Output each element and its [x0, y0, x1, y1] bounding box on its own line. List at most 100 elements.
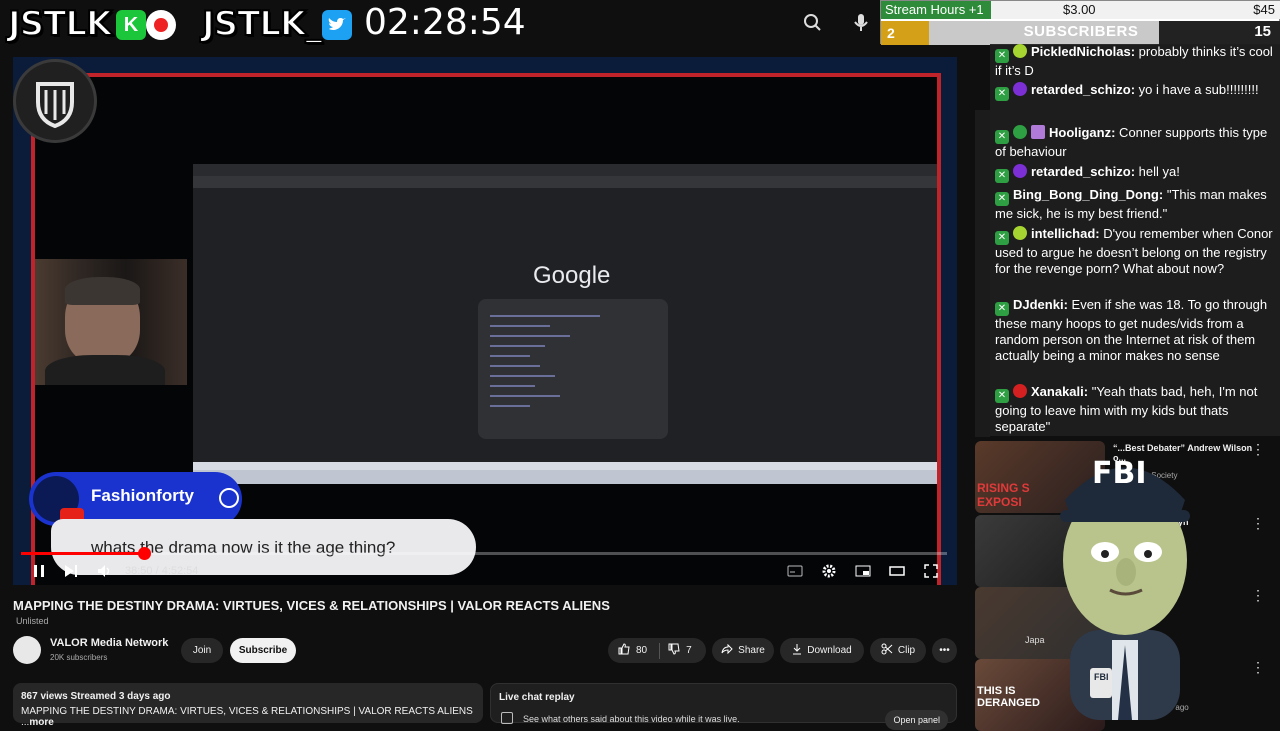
- chat-message: ✕ Xanakali: "Yeah thats bad, heh, I'm not…: [995, 384, 1258, 434]
- brand-logo-left: JSTLK: [7, 4, 113, 44]
- fullscreen-icon[interactable]: [921, 560, 941, 582]
- dislike-icon[interactable]: [668, 643, 680, 658]
- kick-mod-icon: ✕: [995, 87, 1009, 101]
- open-panel-button[interactable]: Open panel: [885, 710, 948, 730]
- chat-message: ✕ retarded_schizo: hell ya!: [995, 164, 1275, 183]
- live-chat-replay-box: Live chat replay See what others said ab…: [490, 683, 957, 730]
- channel-name[interactable]: VALOR Media Network: [50, 637, 168, 649]
- more-actions-button[interactable]: •••: [932, 638, 957, 663]
- valor-logo: [13, 59, 97, 143]
- pause-icon[interactable]: [29, 560, 49, 582]
- live-chat-title: Live chat replay: [499, 692, 575, 703]
- settings-gear-icon[interactable]: [819, 560, 839, 582]
- miniplayer-icon[interactable]: [853, 560, 873, 582]
- kick-mod-icon: ✕: [995, 130, 1009, 144]
- google-logo: Google: [533, 262, 611, 289]
- kick-icon: K: [116, 10, 146, 40]
- theater-mode-icon[interactable]: [887, 560, 907, 582]
- search-icon[interactable]: [800, 10, 826, 36]
- description-more-link[interactable]: more: [29, 717, 53, 728]
- like-icon[interactable]: [618, 643, 630, 658]
- like-dislike-group: 80 7: [608, 638, 706, 663]
- share-button[interactable]: Share: [712, 638, 774, 663]
- view-and-date: 867 views Streamed 3 days ago: [21, 691, 171, 702]
- donation-amount: $3.00: [1063, 2, 1096, 17]
- chat-message: ✕ intellichad: D'you remember when Conor …: [995, 226, 1273, 276]
- kebab-menu-icon[interactable]: ⋮: [1251, 587, 1265, 604]
- clip-label: Clip: [897, 645, 916, 656]
- subscriber-count-label: 20K subscribers: [50, 653, 108, 662]
- time-display: 38:50 / 4:52:54: [125, 565, 199, 577]
- live-chat-description: See what others said about this video wh…: [523, 714, 740, 724]
- stream-timer: 02:28:54: [364, 2, 526, 43]
- kebab-menu-icon[interactable]: ⋮: [1251, 659, 1265, 676]
- kick-mod-icon: ✕: [995, 49, 1009, 63]
- progress-bar[interactable]: [21, 547, 947, 560]
- subscriber-count: 2: [881, 21, 929, 45]
- download-button[interactable]: Download: [780, 638, 864, 663]
- stream-hours-row: Stream Hours +1 $3.00 $45: [881, 1, 1280, 19]
- shared-screen: Google: [193, 164, 937, 484]
- chat-message: ✕ DJdenki: Even if she was 18. To go thro…: [995, 297, 1268, 363]
- twitter-icon: [322, 10, 352, 40]
- share-icon: [721, 643, 733, 657]
- windows-taskbar: [193, 462, 937, 484]
- fbi-cartoon-mascot: FBI FBI: [1030, 440, 1215, 720]
- download-icon: [792, 643, 802, 658]
- donation-goal: $45: [1253, 2, 1275, 17]
- kebab-menu-icon[interactable]: ⋮: [1251, 441, 1265, 458]
- browser-tab-bar: [193, 164, 937, 176]
- kick-mod-icon: ✕: [995, 389, 1009, 403]
- user-badge-icon: [1013, 125, 1027, 139]
- webcam-feed: [35, 259, 187, 385]
- gift-icon: [1031, 125, 1045, 139]
- kick-mod-icon: ✕: [995, 169, 1009, 183]
- volume-icon[interactable]: [95, 560, 115, 582]
- fbi-cap-text: FBI: [1092, 456, 1147, 491]
- clip-button[interactable]: Clip: [870, 638, 926, 663]
- chat-icon: [501, 712, 513, 724]
- brand-logo-right: JSTLK_: [201, 4, 323, 44]
- highlight-message-text: whats the drama now is it the age thing?: [91, 538, 396, 557]
- fbi-badge-text: FBI: [1094, 672, 1109, 682]
- download-label: Download: [807, 645, 852, 656]
- channel-avatar[interactable]: [13, 636, 41, 664]
- subtitles-icon[interactable]: [785, 560, 805, 582]
- like-count[interactable]: 80: [636, 645, 647, 656]
- progress-fill: [21, 552, 145, 555]
- description-box[interactable]: 867 views Streamed 3 days ago MAPPING TH…: [13, 683, 483, 728]
- browser-address-bar: [193, 176, 937, 188]
- user-badge-icon: [1013, 44, 1027, 58]
- join-button[interactable]: Join: [181, 638, 223, 663]
- share-label: Share: [738, 645, 765, 656]
- subscribe-button[interactable]: Subscribe: [230, 638, 296, 663]
- kebab-menu-icon[interactable]: ⋮: [1251, 515, 1265, 532]
- video-title: MAPPING THE DESTINY DRAMA: VIRTUES, VICE…: [13, 598, 610, 613]
- live-record-icon: [146, 10, 176, 40]
- kick-mod-icon: ✕: [995, 231, 1009, 245]
- sidebar-chip-strip: [975, 110, 990, 437]
- chat-highlight-name: Fashionforty: [29, 472, 242, 526]
- description-text: MAPPING THE DESTINY DRAMA: VIRTUES, VICE…: [21, 706, 473, 728]
- subscribers-row: 2 SUBSCRIBERS 15: [881, 21, 1280, 45]
- moderator-icon: [219, 488, 239, 508]
- unlisted-badge: Unlisted: [16, 616, 49, 626]
- stream-overlay-bar: JSTLK K JSTLK_ 02:28:54: [0, 0, 880, 46]
- user-badge-icon: [1013, 82, 1027, 96]
- subscriber-goal: 15: [1254, 23, 1271, 40]
- kick-mod-icon: ✕: [995, 302, 1009, 316]
- dislike-count[interactable]: 7: [686, 645, 692, 656]
- video-player[interactable]: Google Fashionforty whats the drama now …: [13, 57, 957, 585]
- microphone-icon[interactable]: [850, 10, 872, 36]
- chat-message: ✕ PickledNicholas: probably thinks it’s c…: [995, 44, 1273, 78]
- stream-hours-label: Stream Hours +1: [881, 1, 991, 19]
- chat-message: ✕ Bing_Bong_Ding_Dong: "This man makes me…: [995, 187, 1267, 221]
- user-badge-icon: [1013, 226, 1027, 240]
- scissors-icon: [881, 643, 893, 658]
- chat-overlay: ✕ PickledNicholas: probably thinks it’s c…: [990, 44, 1280, 436]
- subscribers-title: SUBSCRIBERS: [1023, 23, 1139, 40]
- stream-goal-widget: Stream Hours +1 $3.00 $45 2 SUBSCRIBERS …: [880, 0, 1280, 45]
- kick-mod-icon: ✕: [995, 192, 1009, 206]
- chat-message: ✕ Hooliganz: Conner supports this type of…: [995, 125, 1268, 159]
- next-icon[interactable]: [61, 560, 81, 582]
